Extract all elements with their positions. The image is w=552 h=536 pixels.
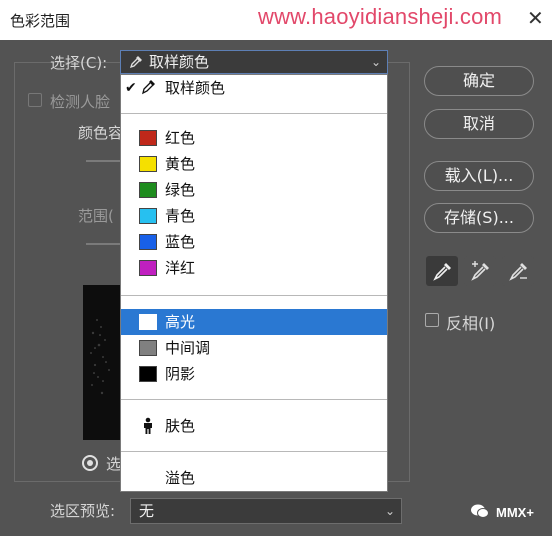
detect-faces-checkbox[interactable]	[28, 93, 42, 107]
option-sampled-colors[interactable]: ✔ 取样颜色	[121, 75, 387, 101]
option-blues[interactable]: 蓝色	[121, 229, 387, 255]
option-yellows[interactable]: 黄色	[121, 151, 387, 177]
invert-label: 反相(I)	[446, 314, 496, 333]
yellow-swatch	[139, 156, 157, 172]
fuzziness-label: 颜色容	[78, 124, 124, 142]
save-button[interactable]: 存储(S)...	[424, 203, 534, 233]
wechat-icon	[471, 504, 489, 518]
ok-button[interactable]: 确定	[424, 66, 534, 96]
option-highlights[interactable]: 高光	[121, 309, 387, 335]
person-icon	[144, 417, 152, 434]
option-midtones[interactable]: 中间调	[121, 335, 387, 361]
blue-swatch	[139, 234, 157, 250]
range-label: 范围(	[78, 207, 114, 225]
option-greens[interactable]: 绿色	[121, 177, 387, 203]
select-value: 取样颜色	[149, 53, 210, 71]
gray-swatch	[139, 340, 157, 356]
white-swatch	[139, 314, 157, 330]
selection-preview-select[interactable]: 无 ⌄	[130, 498, 402, 524]
eyedropper-icon	[142, 80, 155, 95]
separator	[121, 399, 387, 400]
eyedropper-plus-icon	[471, 261, 489, 281]
green-swatch	[139, 182, 157, 198]
invert-checkbox[interactable]	[425, 313, 439, 327]
option-out-of-gamut[interactable]: 溢色	[121, 465, 387, 491]
select-dropdown[interactable]: 取样颜色 ⌄	[120, 50, 388, 74]
fuzziness-slider[interactable]	[86, 160, 120, 162]
black-swatch	[139, 366, 157, 382]
eyedropper-icon	[433, 263, 451, 281]
chevron-down-icon: ⌄	[384, 504, 395, 518]
option-magentas[interactable]: 洋红	[121, 255, 387, 281]
title-bar: 色彩范围 www.haoyidiansheji.com ✕	[0, 0, 552, 40]
close-icon[interactable]: ✕	[527, 6, 544, 30]
load-button[interactable]: 载入(L)...	[424, 161, 534, 191]
separator	[121, 451, 387, 452]
detect-faces-label: 检测人脸	[50, 93, 111, 111]
chevron-down-icon: ⌄	[370, 55, 381, 69]
subtract-from-sample-tool[interactable]	[502, 256, 534, 286]
option-reds[interactable]: 红色	[121, 125, 387, 151]
dialog-title: 色彩范围	[10, 12, 71, 30]
red-swatch	[139, 130, 157, 146]
add-to-sample-tool[interactable]	[464, 256, 496, 286]
select-label: 选择(C):	[50, 54, 108, 72]
option-cyans[interactable]: 青色	[121, 203, 387, 229]
selection-radio[interactable]	[82, 455, 98, 471]
select-options-list: ✔ 取样颜色 红色 黄色 绿色 青色 蓝色 洋红 高光 中间调 阴影 肤色 溢色	[120, 74, 388, 492]
magenta-swatch	[139, 260, 157, 276]
preview-noise	[90, 319, 110, 395]
selection-preview-value: 无	[139, 502, 155, 520]
cancel-button[interactable]: 取消	[424, 109, 534, 139]
eyedropper-tool[interactable]	[426, 256, 458, 286]
option-shadows[interactable]: 阴影	[121, 361, 387, 387]
preview-thumbnail	[83, 285, 121, 440]
range-slider[interactable]	[86, 243, 120, 245]
separator	[121, 295, 387, 296]
cyan-swatch	[139, 208, 157, 224]
selection-radio-label: 选	[106, 455, 122, 473]
eyedropper-minus-icon	[509, 263, 527, 281]
eyedropper-icon	[129, 56, 142, 69]
option-skin-tones[interactable]: 肤色	[121, 413, 387, 439]
author-badge: MMX+	[496, 505, 534, 520]
checkmark-icon: ✔	[125, 80, 137, 96]
selection-preview-label: 选区预览:	[50, 502, 116, 520]
watermark-text: www.haoyidiansheji.com	[258, 4, 503, 29]
separator	[121, 113, 387, 114]
